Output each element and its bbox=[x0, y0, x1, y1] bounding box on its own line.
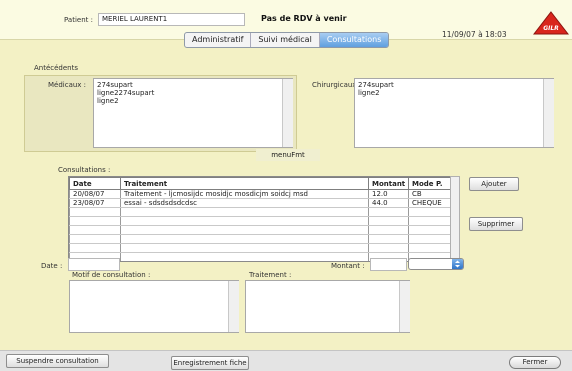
table-row[interactable] bbox=[69, 234, 451, 244]
cell-mode bbox=[408, 216, 451, 226]
cell-mode: CB bbox=[408, 189, 451, 199]
patient-value: MERIEL LAURENT1 bbox=[102, 15, 168, 23]
logo-icon: GILR bbox=[533, 11, 569, 35]
motif-scrollbar[interactable] bbox=[228, 281, 239, 332]
table-header-row: Date Traitement Montant Mode P. bbox=[69, 177, 451, 190]
table-row[interactable] bbox=[69, 225, 451, 235]
column-header-mode[interactable]: Mode P. bbox=[408, 177, 451, 190]
cell-date bbox=[69, 234, 121, 244]
chirurgicaux-textarea[interactable]: 274supart ligne2 bbox=[354, 78, 554, 148]
tab-bar: Administratif Suivi médical Consultation… bbox=[184, 32, 390, 48]
cell-traitement bbox=[120, 216, 369, 226]
medicaux-textarea[interactable]: 274supart ligne2274supart ligne2 bbox=[93, 78, 293, 148]
table-row[interactable] bbox=[69, 243, 451, 253]
cell-traitement bbox=[120, 207, 369, 217]
montant-input[interactable] bbox=[370, 258, 407, 271]
supprimer-button[interactable]: Supprimer bbox=[469, 217, 523, 231]
date-label: Date : bbox=[41, 262, 63, 270]
chirurgicaux-scrollbar[interactable] bbox=[543, 79, 554, 147]
patient-label: Patient : bbox=[64, 16, 93, 24]
cell-date bbox=[69, 225, 121, 235]
tab-consultations[interactable]: Consultations bbox=[319, 33, 389, 47]
cell-traitement bbox=[120, 234, 369, 244]
consultations-label: Consultations : bbox=[58, 166, 111, 174]
cell-montant bbox=[368, 243, 409, 253]
ajouter-button[interactable]: Ajouter bbox=[469, 177, 519, 191]
cell-montant bbox=[368, 225, 409, 235]
column-header-montant[interactable]: Montant bbox=[368, 177, 409, 190]
cell-montant bbox=[368, 216, 409, 226]
cell-date bbox=[69, 207, 121, 217]
cell-date: 23/08/07 bbox=[69, 198, 121, 208]
chirurgicaux-line: ligne2 bbox=[358, 89, 380, 97]
table-scrollbar[interactable] bbox=[450, 176, 460, 260]
cell-mode bbox=[408, 234, 451, 244]
cell-mode bbox=[408, 243, 451, 253]
medicaux-scrollbar[interactable] bbox=[282, 79, 293, 147]
medicaux-line: 274supart bbox=[97, 81, 133, 89]
table-row[interactable]: 20/08/07 Traitement - ljcmosijdc mosidjc… bbox=[69, 189, 451, 199]
cell-montant bbox=[368, 234, 409, 244]
medicaux-label: Médicaux : bbox=[48, 81, 87, 89]
tab-administratif[interactable]: Administratif bbox=[185, 33, 252, 47]
enregistrement-fiche-button[interactable]: Enregistrement fiche bbox=[171, 356, 249, 370]
date-input[interactable] bbox=[68, 258, 120, 271]
traitement-label: Traitement : bbox=[249, 271, 292, 279]
table-row[interactable] bbox=[69, 216, 451, 226]
cell-date bbox=[69, 243, 121, 253]
rdv-status: Pas de RDV à venir bbox=[261, 14, 347, 23]
cell-montant: 44.0 bbox=[368, 198, 409, 208]
cell-montant: 12.0 bbox=[368, 189, 409, 199]
medicaux-line: ligne2 bbox=[97, 97, 119, 105]
medicaux-line: ligne2274supart bbox=[97, 89, 155, 97]
fermer-button[interactable]: Fermer bbox=[509, 356, 561, 369]
suspendre-consultation-button[interactable]: Suspendre consultation bbox=[6, 354, 109, 368]
cell-mode bbox=[408, 207, 451, 217]
cell-traitement: Traitement - ljcmosijdc mosidjc mosdicjm… bbox=[120, 189, 369, 199]
table-row[interactable]: 23/08/07 essai - sdsdsdsdcdsc 44.0 CHEQU… bbox=[69, 198, 451, 208]
cell-traitement bbox=[120, 225, 369, 235]
consultation-window: Patient : MERIEL LAURENT1 Pas de RDV à v… bbox=[0, 0, 572, 371]
menu-fmt[interactable]: menuFmt bbox=[256, 149, 320, 161]
consultations-table: Date Traitement Montant Mode P. 20/08/07… bbox=[69, 177, 451, 261]
tab-suivi-medical[interactable]: Suivi médical bbox=[251, 33, 320, 47]
cell-traitement bbox=[120, 243, 369, 253]
table-row[interactable] bbox=[69, 207, 451, 217]
cell-mode: CHEQUE bbox=[408, 198, 451, 208]
consultations-table-container: Date Traitement Montant Mode P. 20/08/07… bbox=[68, 176, 452, 262]
cell-date: 20/08/07 bbox=[69, 189, 121, 199]
patient-field[interactable]: MERIEL LAURENT1 bbox=[98, 13, 245, 26]
select-arrows-icon bbox=[452, 259, 463, 269]
cell-date bbox=[69, 216, 121, 226]
traitement-scrollbar[interactable] bbox=[399, 281, 410, 332]
motif-textarea[interactable] bbox=[69, 280, 239, 333]
cell-traitement: essai - sdsdsdsdcdsc bbox=[120, 198, 369, 208]
logo-text: GILR bbox=[543, 25, 559, 32]
traitement-textarea[interactable] bbox=[245, 280, 410, 333]
motif-label: Motif de consultation : bbox=[72, 271, 151, 279]
chirurgicaux-line: 274supart bbox=[358, 81, 394, 89]
column-header-date[interactable]: Date bbox=[69, 177, 121, 190]
datetime: 11/09/07 à 18:03 bbox=[442, 30, 507, 39]
column-header-traitement[interactable]: Traitement bbox=[120, 177, 369, 190]
cell-montant bbox=[368, 207, 409, 217]
mode-paiement-select[interactable] bbox=[408, 258, 464, 270]
cell-mode bbox=[408, 225, 451, 235]
antecedents-label: Antécédents bbox=[34, 64, 79, 72]
cell-traitement bbox=[120, 252, 369, 261]
montant-label: Montant : bbox=[331, 262, 365, 270]
